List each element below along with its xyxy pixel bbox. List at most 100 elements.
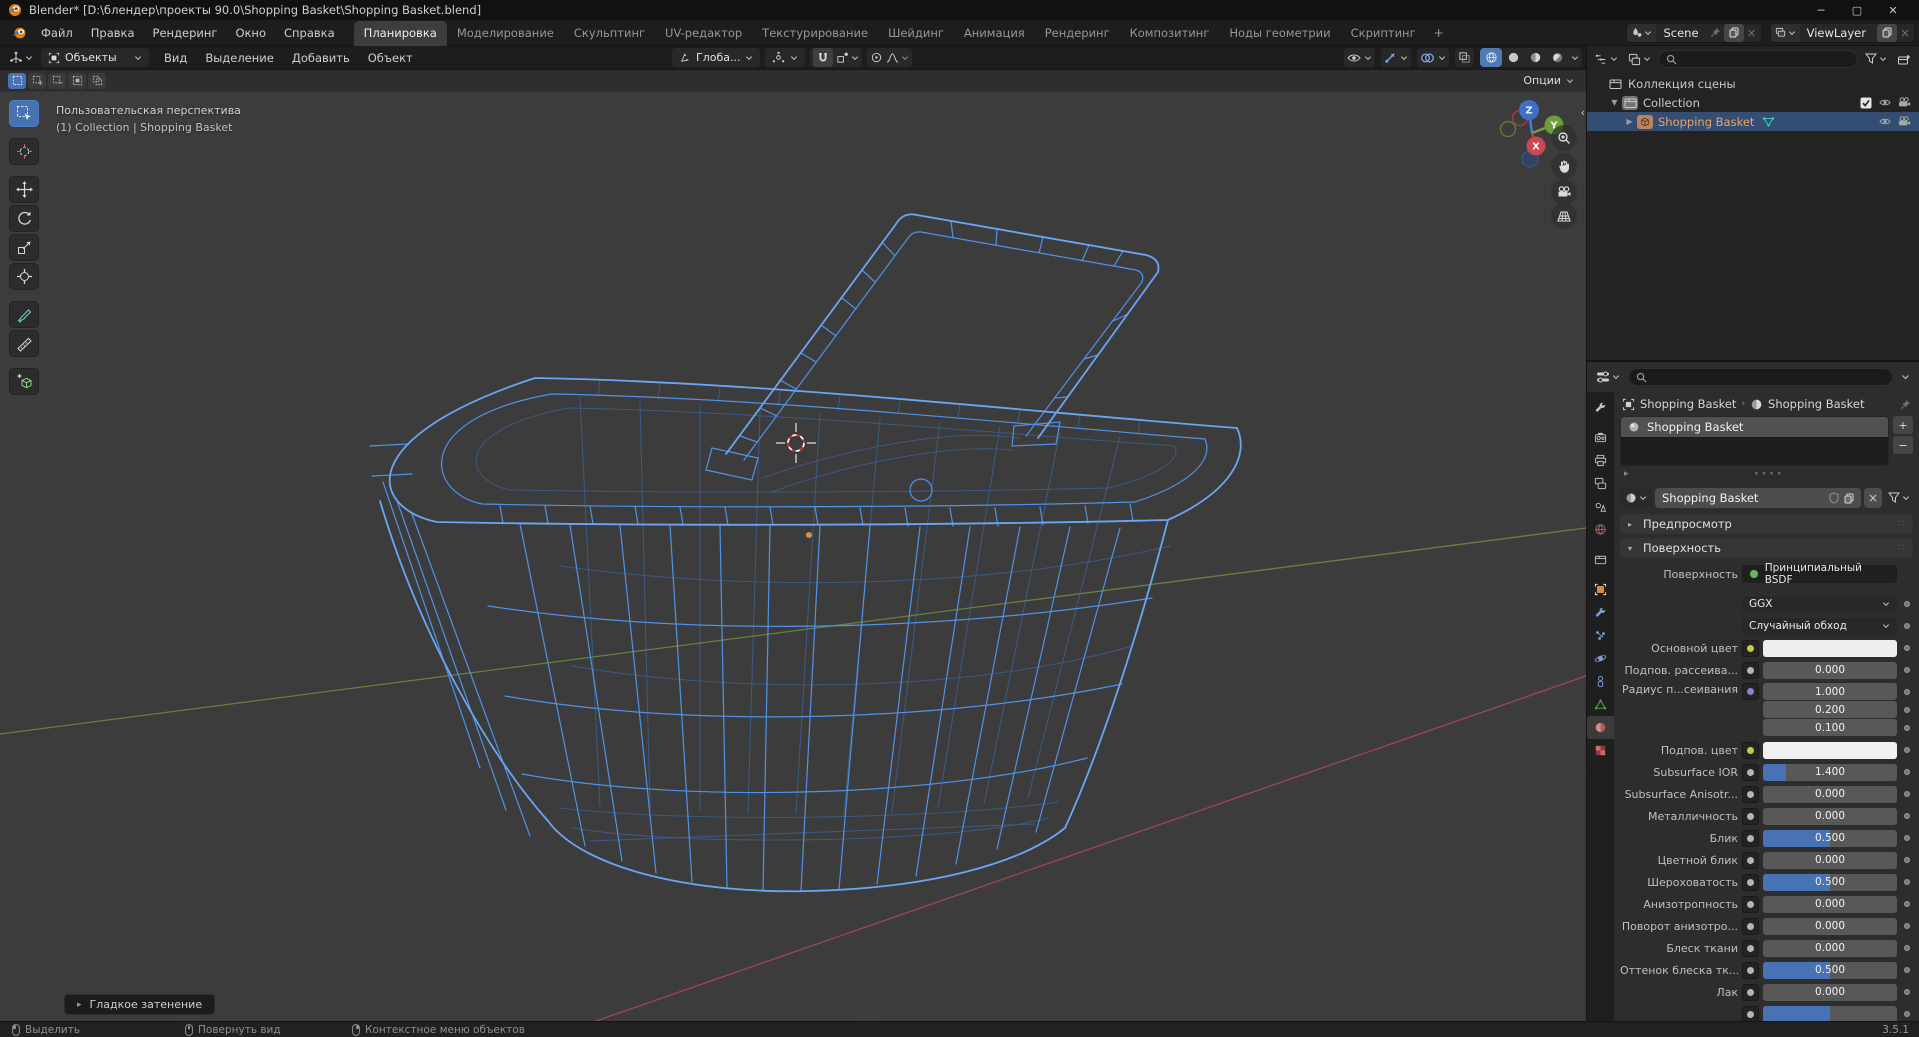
material-name-field[interactable]: Shopping Basket — [1655, 488, 1861, 508]
value-slider[interactable]: 0.200 — [1763, 701, 1897, 718]
decorator-dot[interactable] — [1901, 945, 1913, 951]
magnet-icon[interactable] — [813, 48, 834, 67]
outliner-item-label[interactable]: Collection — [1643, 96, 1700, 110]
node-socket-button[interactable] — [1742, 939, 1759, 957]
viewport-3d[interactable]: Объекты Вид Выделение Добавить Объект Глоба… — [0, 46, 1586, 1021]
tool-annotate-button[interactable] — [9, 301, 39, 328]
decorator-dot[interactable] — [1901, 857, 1913, 863]
select-mode-subtract-button[interactable] — [48, 72, 66, 89]
sidebar-toggle[interactable]: ‹ — [1581, 106, 1585, 119]
overlays-dropdown[interactable] — [1417, 48, 1449, 67]
tab-texture-properties[interactable] — [1587, 739, 1614, 762]
maximize-button[interactable]: ▢ — [1839, 0, 1875, 20]
pin-icon[interactable] — [1710, 27, 1721, 38]
value-slider[interactable]: 0.000 — [1763, 983, 1897, 1001]
view-layer-selector[interactable]: ViewLayer × — [1769, 22, 1915, 43]
tool-select-box-button[interactable] — [9, 100, 39, 127]
panel-preview[interactable]: ▸ Предпросмотр ∷ — [1620, 514, 1913, 534]
list-grip-handle[interactable]: ∙∙∙∙ — [1753, 469, 1784, 479]
scene-name[interactable]: Scene — [1656, 26, 1705, 40]
viewport-menu-select[interactable]: Выделение — [196, 46, 283, 70]
gizmo-minus-y-ball[interactable] — [1499, 120, 1517, 138]
pivot-point-dropdown[interactable] — [765, 48, 806, 67]
operator-panel[interactable]: ▸ Гладкое затенение — [64, 994, 216, 1015]
decorator-dot[interactable] — [1901, 769, 1913, 775]
decorator-dot[interactable] — [1901, 989, 1913, 995]
decorator-dot[interactable] — [1901, 706, 1913, 713]
node-socket-button[interactable] — [1742, 639, 1759, 657]
viewport-menu-add[interactable]: Добавить — [283, 46, 359, 70]
tool-cursor-button[interactable] — [9, 138, 39, 165]
select-mode-intersect-button[interactable] — [88, 72, 106, 89]
workspace-tab-geometry-nodes[interactable]: Ноды геометрии — [1219, 21, 1340, 46]
new-collection-button[interactable] — [1894, 50, 1914, 69]
expand-icon[interactable]: ▸ — [1624, 469, 1629, 479]
workspace-tab-modeling[interactable]: Моделирование — [447, 21, 564, 46]
tab-scene-properties[interactable] — [1587, 495, 1614, 518]
outliner-item-label[interactable]: Коллекция сцены — [1628, 77, 1736, 91]
add-slot-button[interactable]: + — [1893, 416, 1913, 434]
value-slider[interactable]: 0.500 — [1763, 961, 1897, 979]
camera-icon[interactable] — [1898, 116, 1911, 127]
decorator-dot[interactable] — [1901, 967, 1913, 973]
node-socket-button[interactable] — [1742, 917, 1759, 935]
tool-add-cube-button[interactable] — [9, 368, 39, 395]
tool-measure-button[interactable] — [9, 330, 39, 357]
fake-user-shield-icon[interactable] — [1829, 492, 1839, 504]
viewport-menu-object[interactable]: Объект — [359, 46, 422, 70]
panel-surface[interactable]: ▾ Поверхность ∷ — [1620, 538, 1913, 558]
properties-search-input[interactable] — [1628, 368, 1893, 386]
properties-options-dropdown[interactable] — [1898, 368, 1913, 387]
pin-icon[interactable] — [1900, 399, 1911, 410]
node-socket-button[interactable] — [1742, 763, 1759, 781]
tab-material-properties[interactable] — [1587, 716, 1614, 739]
shading-rendered-button[interactable] — [1546, 48, 1568, 67]
value-slider[interactable]: 0.000 — [1763, 851, 1897, 869]
outliner-row-scene-collection[interactable]: Коллекция сцены — [1587, 74, 1919, 93]
tool-move-button[interactable] — [9, 176, 39, 203]
outliner-row-collection[interactable]: ▼ Collection — [1587, 93, 1919, 112]
proportional-falloff-dropdown[interactable] — [886, 51, 909, 64]
node-socket-button[interactable] — [1742, 851, 1759, 869]
tab-object-data-properties[interactable] — [1587, 693, 1614, 716]
tool-transform-button[interactable] — [9, 263, 39, 290]
select-mode-extend-button[interactable] — [28, 72, 46, 89]
node-socket-button[interactable] — [1742, 785, 1759, 803]
shading-options-dropdown[interactable] — [1568, 48, 1582, 67]
dropdown-field[interactable]: GGX — [1742, 595, 1897, 613]
viewport-canvas[interactable] — [0, 46, 1586, 1021]
shading-solid-button[interactable] — [1502, 48, 1524, 67]
tab-constraints-properties[interactable] — [1587, 670, 1614, 693]
menu-render[interactable]: Рендеринг — [144, 20, 227, 46]
tab-world-properties[interactable] — [1587, 518, 1614, 541]
decorator-dot[interactable] — [1901, 667, 1913, 673]
tab-view-layer-properties[interactable] — [1587, 472, 1614, 495]
shading-wireframe-button[interactable] — [1480, 48, 1502, 67]
outliner-search-input[interactable] — [1658, 50, 1858, 68]
workspace-tab-scripting[interactable]: Скриптинг — [1341, 21, 1426, 46]
minimize-button[interactable]: ─ — [1803, 0, 1839, 20]
value-slider[interactable]: 0.000 — [1763, 807, 1897, 825]
node-socket-button[interactable] — [1742, 873, 1759, 891]
decorator-dot[interactable] — [1901, 724, 1913, 731]
mode-dropdown[interactable]: Объекты — [41, 48, 149, 67]
value-slider[interactable]: 0.500 — [1763, 829, 1897, 847]
scene-new-copy-button[interactable] — [1723, 23, 1744, 42]
value-slider[interactable]: 1.400 — [1763, 763, 1897, 781]
tab-physics-properties[interactable] — [1587, 647, 1614, 670]
value-slider[interactable]: 0.100 — [1763, 719, 1897, 736]
node-socket-button[interactable] — [1742, 895, 1759, 913]
snap-target-dropdown[interactable] — [836, 51, 859, 64]
value-slider[interactable]: 0.000 — [1763, 785, 1897, 803]
decorator-dot[interactable] — [1901, 1011, 1913, 1017]
tool-scale-button[interactable] — [9, 234, 39, 261]
decorator-dot[interactable] — [1901, 571, 1913, 577]
editor-type-button[interactable] — [1593, 368, 1623, 387]
node-socket-button[interactable] — [1742, 683, 1759, 700]
menu-file[interactable]: Файл — [32, 20, 82, 46]
tab-particles-properties[interactable] — [1587, 624, 1614, 647]
checkbox-icon[interactable] — [1860, 97, 1872, 109]
camera-view-button[interactable] — [1551, 179, 1577, 205]
filter-icon[interactable] — [1862, 50, 1890, 69]
workspace-tab-shading[interactable]: Шейдинг — [878, 21, 954, 46]
